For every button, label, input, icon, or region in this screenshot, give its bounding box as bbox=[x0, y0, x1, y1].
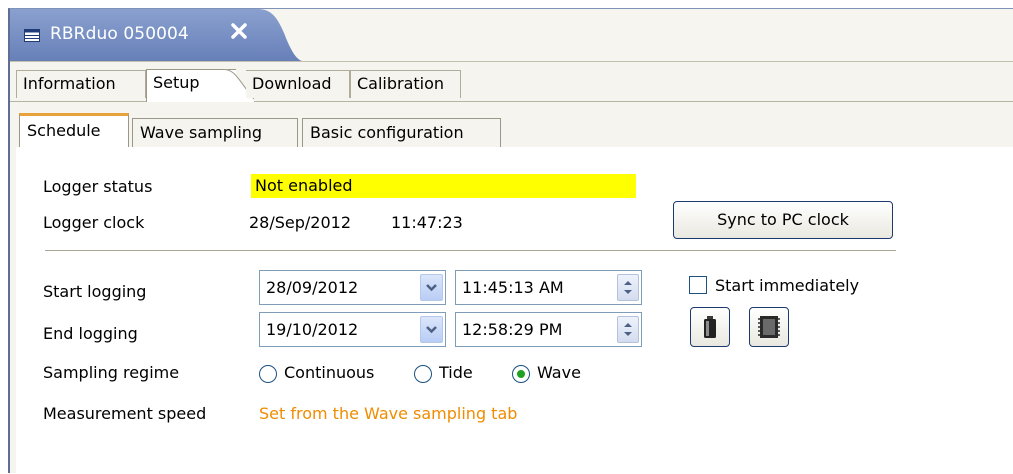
editor-tab-title: RBRduo 050004 bbox=[50, 24, 189, 44]
start-time-value: 11:45:13 AM bbox=[462, 278, 564, 297]
start-logging-label: Start logging bbox=[43, 282, 147, 301]
editor-window: RBRduo 050004 Information Setup Download… bbox=[8, 8, 1013, 474]
measurement-speed-note: Set from the Wave sampling tab bbox=[259, 404, 518, 423]
tab-download[interactable]: Download bbox=[246, 70, 350, 98]
tab-setup[interactable]: Setup bbox=[146, 69, 236, 102]
start-date-picker[interactable]: 28/09/2012 bbox=[259, 270, 446, 305]
divider bbox=[45, 250, 896, 251]
chevron-down-icon[interactable] bbox=[420, 274, 443, 301]
close-icon[interactable] bbox=[228, 20, 250, 42]
tab-label: Setup bbox=[153, 73, 200, 92]
schedule-panel: Logger status Not enabled Logger clock 2… bbox=[16, 147, 1013, 474]
end-date-picker[interactable]: 19/10/2012 bbox=[259, 312, 446, 347]
logger-clock-date: 28/Sep/2012 bbox=[249, 213, 352, 232]
measurement-speed-label: Measurement speed bbox=[43, 404, 207, 423]
tab-label: Information bbox=[23, 74, 116, 93]
editor-tab-strip: RBRduo 050004 bbox=[10, 9, 1013, 62]
spinner-arrows-icon[interactable] bbox=[617, 274, 639, 301]
regime-tide-radio[interactable] bbox=[414, 365, 432, 383]
start-date-value: 28/09/2012 bbox=[266, 278, 359, 297]
tab-schedule[interactable]: Schedule bbox=[19, 113, 129, 148]
tab-label: Download bbox=[252, 74, 332, 93]
inner-tab-bar: Schedule Wave sampling Basic configurati… bbox=[16, 112, 1013, 148]
section-tab-bar: Information Setup Download Calibration bbox=[10, 69, 1013, 102]
logger-clock-time: 11:47:23 bbox=[391, 213, 463, 232]
tab-wave-sampling[interactable]: Wave sampling bbox=[132, 118, 298, 147]
spinner-arrows-icon[interactable] bbox=[617, 316, 639, 343]
tab-information[interactable]: Information bbox=[16, 70, 146, 98]
sampling-regime-label: Sampling regime bbox=[43, 363, 180, 382]
start-immediately-checkbox[interactable] bbox=[689, 276, 707, 294]
tab-label: Wave sampling bbox=[140, 123, 263, 142]
logger-clock-label: Logger clock bbox=[43, 213, 145, 232]
end-time-value: 12:58:29 PM bbox=[462, 320, 563, 339]
tab-label: Basic configuration bbox=[310, 123, 464, 142]
regime-wave-label: Wave bbox=[537, 363, 581, 382]
tab-calibration[interactable]: Calibration bbox=[350, 70, 461, 98]
table-icon bbox=[24, 29, 40, 42]
tab-label: Calibration bbox=[357, 74, 445, 93]
memory-chip-icon bbox=[758, 316, 780, 338]
end-logging-label: End logging bbox=[43, 324, 138, 343]
end-time-stepper[interactable]: 12:58:29 PM bbox=[455, 312, 642, 347]
regime-tide-label: Tide bbox=[439, 363, 473, 382]
tab-label: Schedule bbox=[27, 121, 101, 140]
end-date-value: 19/10/2012 bbox=[266, 320, 359, 339]
regime-continuous-radio[interactable] bbox=[259, 365, 277, 383]
memory-button[interactable] bbox=[749, 307, 789, 347]
editor-tab[interactable]: RBRduo 050004 bbox=[10, 9, 302, 61]
logger-status-label: Logger status bbox=[43, 177, 153, 196]
logger-status-value: Not enabled bbox=[251, 174, 636, 198]
regime-wave-radio[interactable] bbox=[512, 365, 530, 383]
battery-button[interactable] bbox=[690, 307, 730, 347]
battery-icon bbox=[704, 316, 716, 338]
start-time-stepper[interactable]: 11:45:13 AM bbox=[455, 270, 642, 305]
chevron-down-icon[interactable] bbox=[420, 316, 443, 343]
regime-continuous-label: Continuous bbox=[284, 363, 375, 382]
tab-basic-configuration[interactable]: Basic configuration bbox=[302, 118, 501, 147]
start-immediately-label: Start immediately bbox=[715, 276, 860, 295]
sync-to-pc-clock-button[interactable]: Sync to PC clock bbox=[673, 201, 893, 239]
